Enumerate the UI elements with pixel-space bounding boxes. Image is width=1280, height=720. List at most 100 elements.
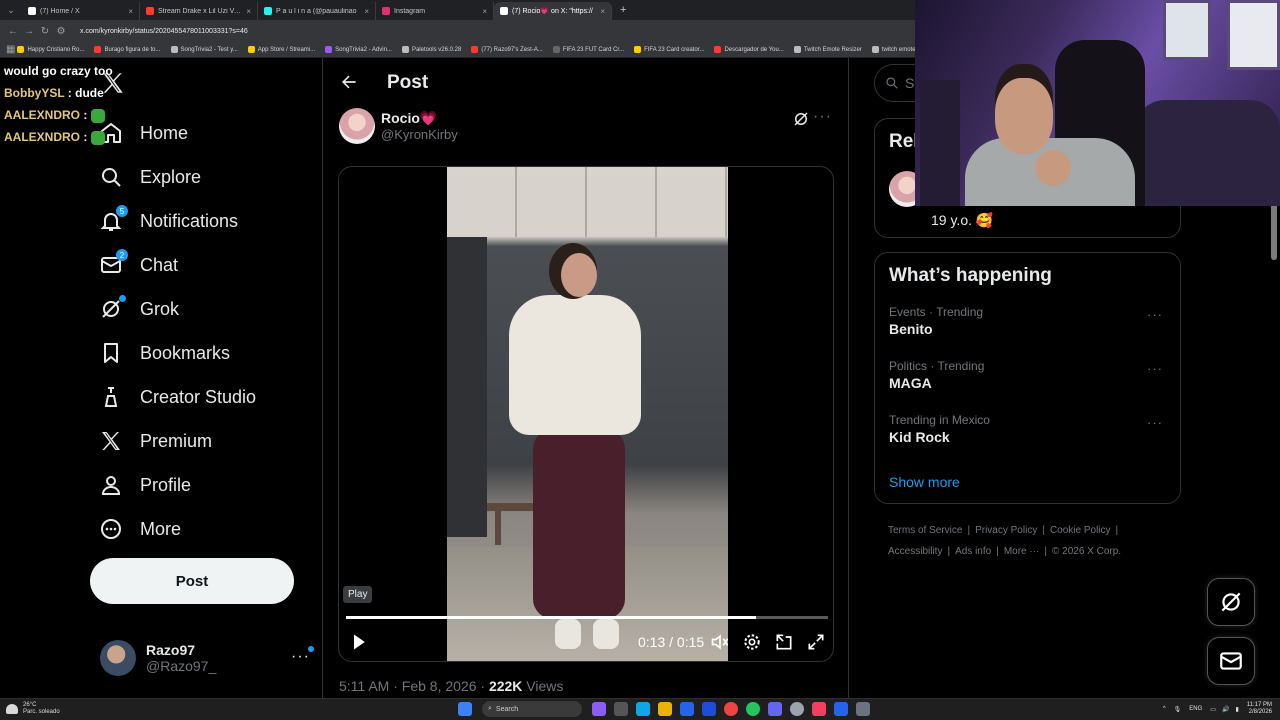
video-player[interactable]: Play 0:13 / 0:15 bbox=[338, 166, 834, 662]
tab-search-icon[interactable]: ⌄ bbox=[0, 0, 22, 20]
post-author[interactable]: Rocio💗 @KyronKirby bbox=[339, 108, 458, 144]
reload-icon[interactable]: ↻ bbox=[38, 26, 52, 37]
bookmark-item[interactable]: FIFA 23 FUT Card Cr... bbox=[552, 46, 624, 53]
trend-item[interactable]: Politics · Trending MAGA ··· bbox=[889, 359, 1169, 391]
tab-close-icon[interactable]: × bbox=[600, 7, 605, 16]
author-handle[interactable]: @KyronKirby bbox=[381, 127, 458, 142]
tray-mic-icon[interactable]: 🎙 bbox=[1174, 706, 1182, 713]
weather-temp: 26°C bbox=[23, 702, 37, 708]
taskbar-app-icon[interactable] bbox=[592, 702, 606, 716]
nav-item-grok[interactable]: Grok bbox=[98, 287, 256, 331]
spotify-icon[interactable] bbox=[746, 702, 760, 716]
start-icon[interactable] bbox=[458, 702, 472, 716]
edge-icon[interactable] bbox=[636, 702, 650, 716]
mail-app-icon[interactable] bbox=[702, 702, 716, 716]
nav-item-premium[interactable]: Premium bbox=[98, 419, 256, 463]
obs-icon[interactable] bbox=[790, 702, 804, 716]
site-info-icon[interactable]: ⚙ bbox=[54, 26, 68, 37]
browser-tab[interactable]: (7) Home / X × bbox=[22, 2, 140, 20]
nav-item-chat[interactable]: 2 Chat bbox=[98, 243, 256, 287]
tab-close-icon[interactable]: × bbox=[364, 7, 369, 16]
tray-volume-icon[interactable]: 🔊 bbox=[1222, 706, 1229, 713]
bookmark-item[interactable]: App Store / Streami... bbox=[247, 46, 315, 53]
trend-more-icon[interactable]: ··· bbox=[1147, 307, 1163, 322]
picture-in-picture-icon[interactable] bbox=[774, 632, 794, 652]
account-switcher[interactable]: Razo97 @Razo97_ ··· bbox=[100, 638, 314, 678]
tab-close-icon[interactable]: × bbox=[482, 7, 487, 16]
nav-item-home[interactable]: Home bbox=[98, 111, 256, 155]
tab-close-icon[interactable]: × bbox=[128, 7, 133, 16]
footer-link[interactable]: Cookie Policy bbox=[1050, 525, 1111, 536]
forward-nav-icon[interactable]: → bbox=[22, 26, 36, 37]
account-more-icon[interactable]: ··· bbox=[291, 646, 314, 666]
messages-fab[interactable] bbox=[1207, 637, 1255, 685]
footer-link[interactable]: © 2026 X Corp. bbox=[1052, 546, 1121, 557]
nav-item-bookmarks[interactable]: Bookmarks bbox=[98, 331, 256, 375]
footer-link[interactable]: Terms of Service bbox=[888, 525, 962, 536]
video-progress-bar[interactable] bbox=[346, 616, 828, 619]
trend-more-icon[interactable]: ··· bbox=[1147, 415, 1163, 430]
nav-item-profile[interactable]: Profile bbox=[98, 463, 256, 507]
bookmark-item[interactable]: SongTrivia2 - Advin... bbox=[325, 46, 392, 53]
footer-link[interactable]: Privacy Policy bbox=[975, 525, 1037, 536]
taskbar-app-icon[interactable] bbox=[856, 702, 870, 716]
bookmark-favicon-icon bbox=[325, 46, 333, 53]
footer-link[interactable]: Accessibility bbox=[888, 546, 942, 557]
tray-battery-icon[interactable]: ▮ bbox=[1235, 706, 1238, 713]
grok-icon[interactable] bbox=[792, 110, 810, 128]
settings-gear-icon[interactable] bbox=[742, 632, 762, 652]
language-indicator[interactable]: ENG bbox=[1189, 706, 1202, 712]
nav-item-creator-studio[interactable]: Creator Studio bbox=[98, 375, 256, 419]
footer-link[interactable]: Ads info bbox=[955, 546, 991, 557]
video-frame[interactable] bbox=[447, 167, 728, 661]
trend-item[interactable]: Trending in Mexico Kid Rock ··· bbox=[889, 413, 1169, 445]
bookmark-item[interactable]: (77) Razo97's Zest-A... bbox=[471, 46, 543, 53]
bookmark-item[interactable]: SongTrivia2 - Test y... bbox=[170, 46, 238, 53]
apps-grid-icon[interactable]: ▦ bbox=[6, 44, 15, 55]
file-explorer-icon[interactable] bbox=[658, 702, 672, 716]
url-field[interactable]: x.com/kyronkirby/status/2020455478011003… bbox=[80, 28, 248, 35]
chrome-icon[interactable] bbox=[724, 702, 738, 716]
store-icon[interactable] bbox=[680, 702, 694, 716]
bookmark-item[interactable]: FIFA 23 Card creator... bbox=[634, 46, 704, 53]
tray-chevron-icon[interactable]: ^ bbox=[1163, 706, 1166, 712]
new-tab-button[interactable]: + bbox=[620, 4, 626, 16]
tab-close-icon[interactable]: × bbox=[246, 7, 251, 16]
tray-network-icon[interactable]: ▭ bbox=[1210, 706, 1216, 713]
clock[interactable]: 11:17 PM 2/8/2026 bbox=[1247, 702, 1272, 716]
browser-tab[interactable]: Instagram × bbox=[376, 2, 494, 20]
bookmark-item[interactable]: Happy Cristiano Ro... bbox=[17, 46, 84, 53]
weather-widget[interactable]: 26°C Parc. soleado bbox=[6, 702, 60, 716]
browser-tab[interactable]: Stream Drake x Lil Uzi Vert - Al× bbox=[140, 2, 258, 20]
bookmark-item[interactable]: Burago figura de to... bbox=[94, 46, 161, 53]
back-nav-icon[interactable]: ← bbox=[6, 26, 20, 37]
show-more-link[interactable]: Show more bbox=[889, 474, 960, 490]
footer-link[interactable]: More ··· bbox=[1004, 546, 1040, 557]
discord-icon[interactable] bbox=[768, 702, 782, 716]
fullscreen-icon[interactable] bbox=[806, 632, 826, 652]
nav-item-label: Premium bbox=[140, 430, 213, 451]
nav-item-notifications[interactable]: 5 Notifications bbox=[98, 199, 256, 243]
grok-fab[interactable] bbox=[1207, 578, 1255, 626]
play-icon[interactable] bbox=[347, 632, 371, 652]
post-button[interactable]: Post bbox=[90, 558, 294, 604]
author-name[interactable]: Rocio💗 bbox=[381, 110, 458, 127]
nav-item-explore[interactable]: Explore bbox=[98, 155, 256, 199]
bookmark-item[interactable]: Descargador de You... bbox=[714, 46, 784, 53]
post-more-icon[interactable]: ··· bbox=[813, 108, 832, 126]
trend-item[interactable]: Events · Trending Benito ··· bbox=[889, 305, 1169, 337]
back-arrow-icon[interactable] bbox=[339, 72, 359, 92]
bookmark-item[interactable]: Paletools v26.0.28 bbox=[401, 46, 461, 53]
browser-tab[interactable]: P a u l i n a (@pauaulinao × bbox=[258, 2, 376, 20]
task-view-icon[interactable] bbox=[614, 702, 628, 716]
music-icon[interactable] bbox=[812, 702, 826, 716]
page-scrollbar[interactable] bbox=[1271, 200, 1277, 260]
messenger-icon[interactable] bbox=[834, 702, 848, 716]
trend-more-icon[interactable]: ··· bbox=[1147, 361, 1163, 376]
nav-item-more[interactable]: More bbox=[98, 507, 256, 551]
author-avatar[interactable] bbox=[339, 108, 375, 144]
taskbar-search[interactable]: ⌕ Search bbox=[482, 701, 582, 717]
bookmark-item[interactable]: Twitch Emote Resizer bbox=[793, 46, 862, 53]
volume-icon[interactable] bbox=[710, 632, 730, 652]
browser-tab[interactable]: (7) Rocio💗 on X: "https:// × bbox=[494, 2, 612, 20]
